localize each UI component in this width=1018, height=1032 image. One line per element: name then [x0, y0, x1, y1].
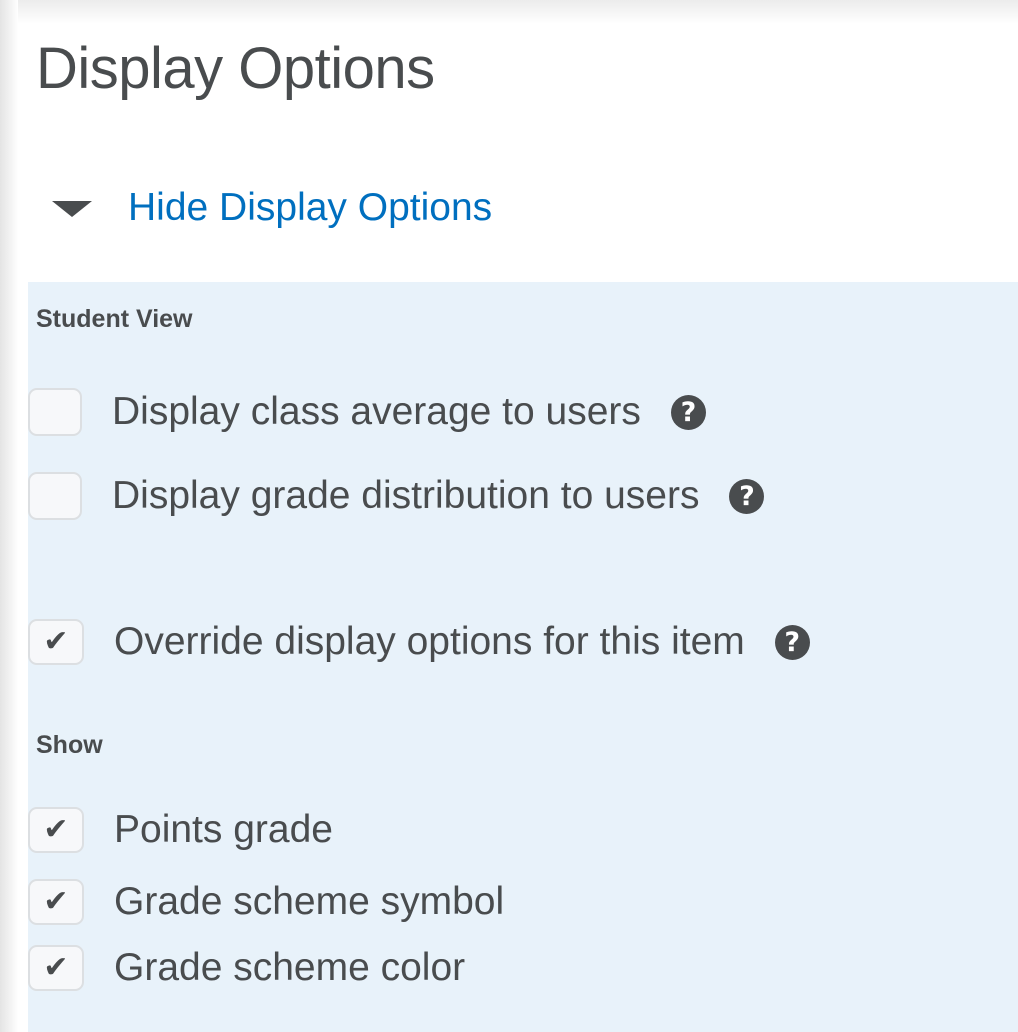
help-icon[interactable]: ?	[729, 478, 765, 514]
help-icon[interactable]: ?	[774, 624, 810, 660]
class-average-label[interactable]: Display class average to users	[112, 387, 641, 437]
hide-display-options-label[interactable]: Hide Display Options	[128, 183, 492, 233]
left-shadow	[0, 0, 18, 1032]
option-grade-scheme-symbol[interactable]: ✔ Grade scheme symbol	[28, 872, 504, 932]
checkmark-icon: ✔	[43, 812, 69, 847]
points-grade-checkbox[interactable]: ✔	[28, 807, 84, 853]
show-heading: Show	[36, 731, 103, 759]
grade-scheme-symbol-label[interactable]: Grade scheme symbol	[114, 877, 504, 927]
override-display-checkbox[interactable]: ✔	[28, 619, 84, 665]
page-title: Display Options	[36, 36, 435, 101]
grade-scheme-color-label[interactable]: Grade scheme color	[114, 943, 465, 993]
override-display-label[interactable]: Override display options for this item	[114, 617, 745, 667]
points-grade-label[interactable]: Points grade	[114, 805, 333, 855]
option-points-grade[interactable]: ✔ Points grade	[28, 800, 333, 860]
display-options-page: Display Options Hide Display Options Stu…	[0, 0, 1018, 1032]
option-grade-distribution[interactable]: Display grade distribution to users ?	[28, 466, 765, 526]
grade-distribution-checkbox[interactable]	[28, 472, 82, 520]
checkmark-icon: ✔	[43, 950, 69, 985]
option-class-average[interactable]: Display class average to users ?	[28, 382, 706, 442]
checkmark-icon: ✔	[43, 624, 69, 659]
option-override-display[interactable]: ✔ Override display options for this item…	[28, 612, 810, 672]
grade-distribution-label[interactable]: Display grade distribution to users	[112, 471, 699, 521]
class-average-checkbox[interactable]	[28, 388, 82, 436]
top-shadow	[0, 0, 1018, 24]
student-view-heading: Student View	[36, 305, 193, 333]
grade-scheme-symbol-checkbox[interactable]: ✔	[28, 879, 84, 925]
help-icon[interactable]: ?	[670, 394, 706, 430]
option-grade-scheme-color[interactable]: ✔ Grade scheme color	[28, 938, 465, 998]
caret-down-icon[interactable]	[52, 201, 92, 217]
hide-display-options-link[interactable]: Hide Display Options	[52, 178, 492, 238]
grade-scheme-color-checkbox[interactable]: ✔	[28, 945, 84, 991]
checkmark-icon: ✔	[43, 884, 69, 919]
display-options-panel: Student View Display class average to us…	[28, 282, 1018, 1032]
